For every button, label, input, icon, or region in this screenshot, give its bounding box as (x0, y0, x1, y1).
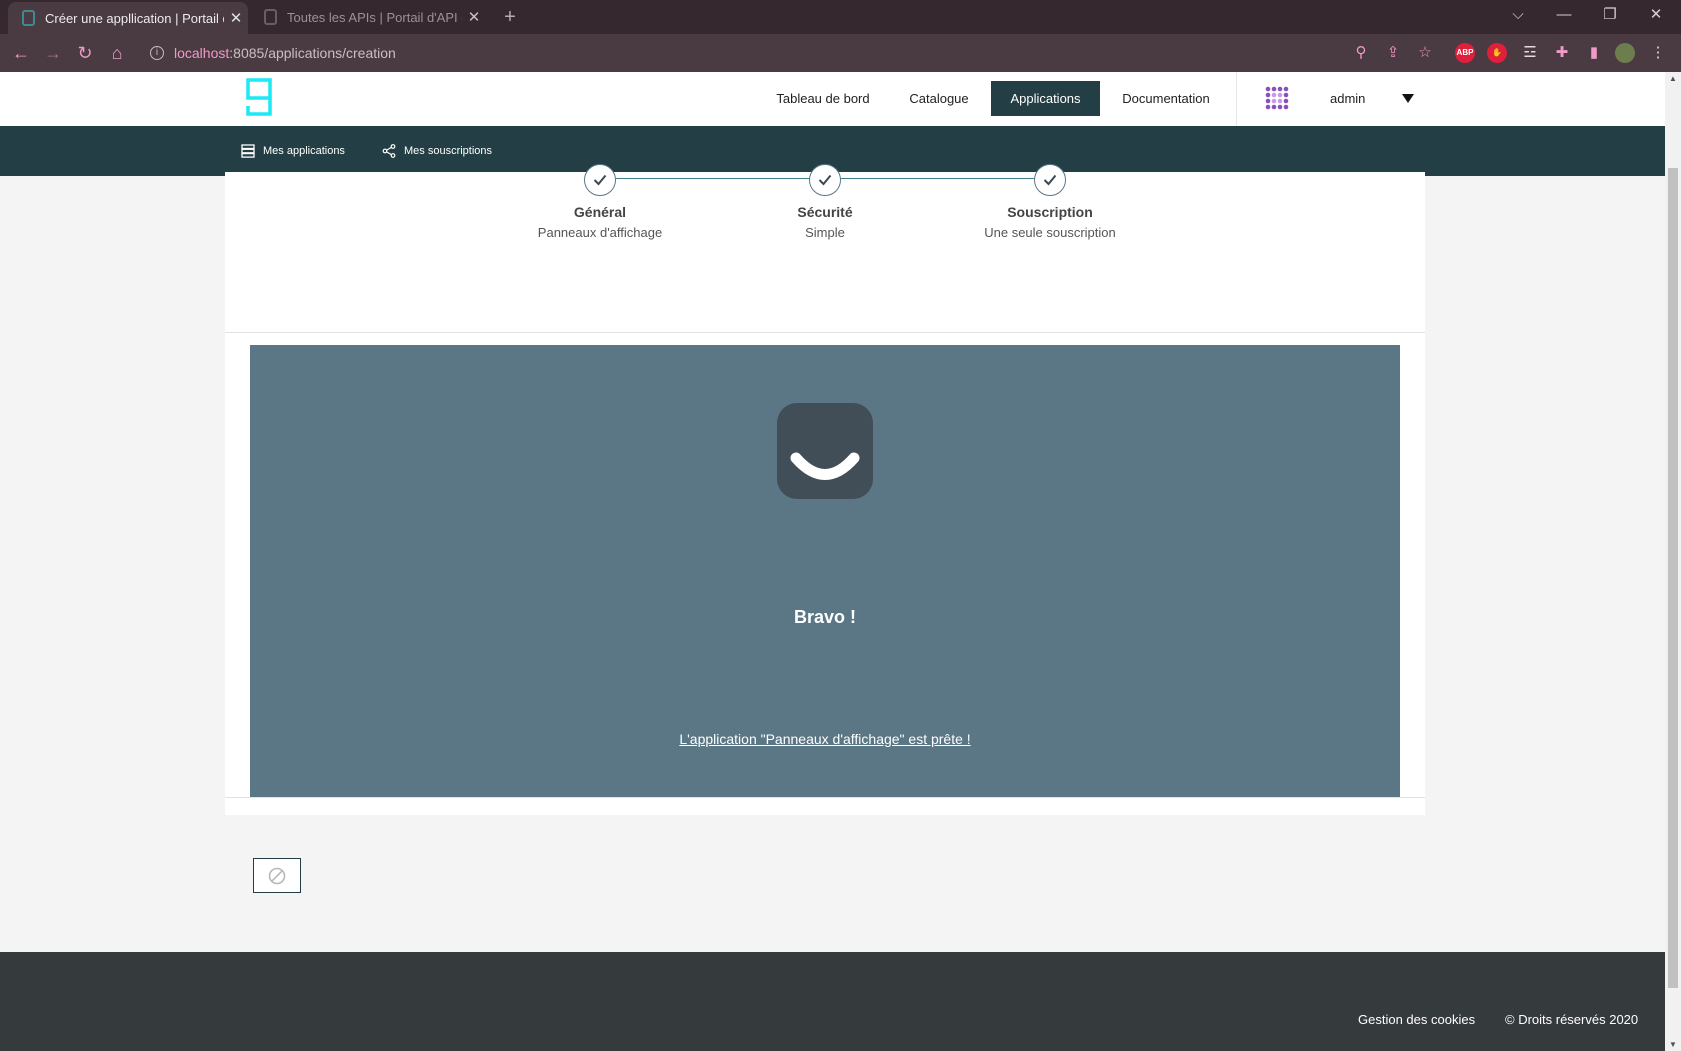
tab-title: Créer une appllication | Portail d' (45, 10, 224, 26)
browser-tab-inactive[interactable]: Toutes les APIs | Portail d'API de ✕ (250, 0, 486, 34)
tab-close-icon[interactable]: ✕ (462, 8, 486, 26)
user-menu-caret-icon[interactable] (1402, 94, 1414, 103)
site-favicon-icon (264, 9, 277, 25)
menu-kebab-icon[interactable]: ⋮ (1647, 42, 1669, 64)
subnav-my-subscriptions[interactable]: Mes souscriptions (382, 126, 492, 176)
user-avatar-icon[interactable] (1264, 85, 1290, 111)
smiley-icon (777, 403, 873, 499)
success-panel: Bravo ! L'application "Panneaux d'affich… (250, 345, 1400, 798)
url-host: localhost (174, 45, 230, 61)
back-arrow-icon[interactable]: ← (8, 40, 34, 66)
step-general-title: Général (573, 204, 627, 220)
step-general-subtitle: Panneaux d'affichage (537, 225, 663, 240)
step-subscription-subtitle: Une seule souscription (984, 225, 1116, 240)
hand-extension-icon[interactable]: ✋ (1487, 43, 1507, 63)
zoom-icon[interactable]: ⚲ (1350, 42, 1372, 64)
nav-divider (1236, 72, 1237, 126)
copyright-text: © Droits réservés 2020 (1505, 1012, 1639, 1027)
share-icon[interactable]: ⇪ (1382, 42, 1404, 64)
cancel-button[interactable] (253, 858, 301, 893)
wizard-steps: Général Panneaux d'affichage Sécurité Si… (225, 164, 1425, 333)
share-nodes-icon (382, 144, 396, 158)
nav-dashboard[interactable]: Tableau de bord (764, 81, 882, 116)
panel-divider (225, 797, 1425, 798)
site-favicon-icon (22, 10, 35, 26)
subnav-my-applications[interactable]: Mes applications (241, 126, 345, 176)
subnav-my-subscriptions-label: Mes souscriptions (404, 145, 493, 157)
tab-close-icon[interactable]: ✕ (224, 9, 248, 27)
url-path: :8085/applications/creation (229, 45, 396, 61)
user-name[interactable]: admin (1330, 81, 1365, 116)
wave-extension-icon[interactable]: ☲ (1519, 42, 1541, 64)
adblock-extension-icon[interactable]: ABP (1455, 43, 1475, 63)
success-title: Bravo ! (793, 607, 856, 627)
site-info-icon[interactable]: i (150, 46, 164, 60)
tab-title: Toutes les APIs | Portail d'API de (287, 9, 462, 25)
forward-arrow-icon[interactable]: → (40, 40, 66, 66)
scroll-up-arrow-icon[interactable]: ▲ (1665, 74, 1681, 83)
browser-toolbar: ← → ↻ ⌂ i localhost:8085/applications/cr… (0, 34, 1681, 72)
address-bar[interactable]: i localhost:8085/applications/creation (144, 39, 1364, 67)
close-window-icon[interactable]: ✕ (1634, 0, 1678, 30)
creation-wizard-card: Général Panneaux d'affichage Sécurité Si… (225, 164, 1425, 893)
subnav-my-applications-label: Mes applications (263, 145, 345, 157)
nav-catalogue[interactable]: Catalogue (896, 81, 982, 116)
profile-avatar-icon[interactable] (1615, 43, 1635, 63)
minimize-window-icon[interactable]: — (1542, 0, 1586, 30)
step-subscription-check-icon (1034, 164, 1066, 196)
gravitee-logo-icon[interactable] (244, 78, 274, 116)
page-scrollbar[interactable]: ▲ ▼ (1665, 72, 1681, 1051)
side-panel-icon[interactable]: ▮ (1583, 42, 1605, 64)
cookies-management-link[interactable]: Gestion des cookies (1358, 1012, 1475, 1027)
home-icon[interactable]: ⌂ (104, 40, 130, 66)
step-general-check-icon (584, 164, 616, 196)
ban-icon (268, 867, 286, 884)
step-security-title: Sécurité (797, 204, 853, 220)
bookmark-star-icon[interactable]: ☆ (1414, 42, 1436, 64)
applications-stack-icon (241, 144, 255, 158)
step-subscription-title: Souscription (1007, 204, 1093, 220)
puzzle-extensions-icon[interactable]: ✚ (1551, 42, 1573, 64)
step-security-subtitle: Simple (805, 225, 845, 240)
page-viewport: Tableau de bord Catalogue Applications D… (0, 72, 1665, 1051)
nav-documentation[interactable]: Documentation (1112, 81, 1220, 116)
reload-icon[interactable]: ↻ (72, 40, 98, 66)
browser-tab-bar: Créer une appllication | Portail d' ✕ To… (0, 0, 1681, 34)
tab-search-chevron-icon[interactable]: ⌵ (1496, 0, 1540, 30)
new-tab-button[interactable]: + (498, 4, 522, 30)
restore-window-icon[interactable]: ❐ (1588, 0, 1632, 30)
browser-tab-active[interactable]: Créer une appllication | Portail d' ✕ (8, 2, 248, 34)
scrollbar-thumb[interactable] (1668, 168, 1678, 988)
page-footer: Gestion des cookies © Droits réservés 20… (0, 952, 1665, 1051)
scroll-down-arrow-icon[interactable]: ▼ (1665, 1040, 1681, 1049)
application-ready-link[interactable]: L'application "Panneaux d'affichage" est… (250, 731, 1400, 747)
nav-applications[interactable]: Applications (991, 81, 1100, 116)
top-navigation: Tableau de bord Catalogue Applications D… (0, 72, 1665, 126)
step-security-check-icon (809, 164, 841, 196)
